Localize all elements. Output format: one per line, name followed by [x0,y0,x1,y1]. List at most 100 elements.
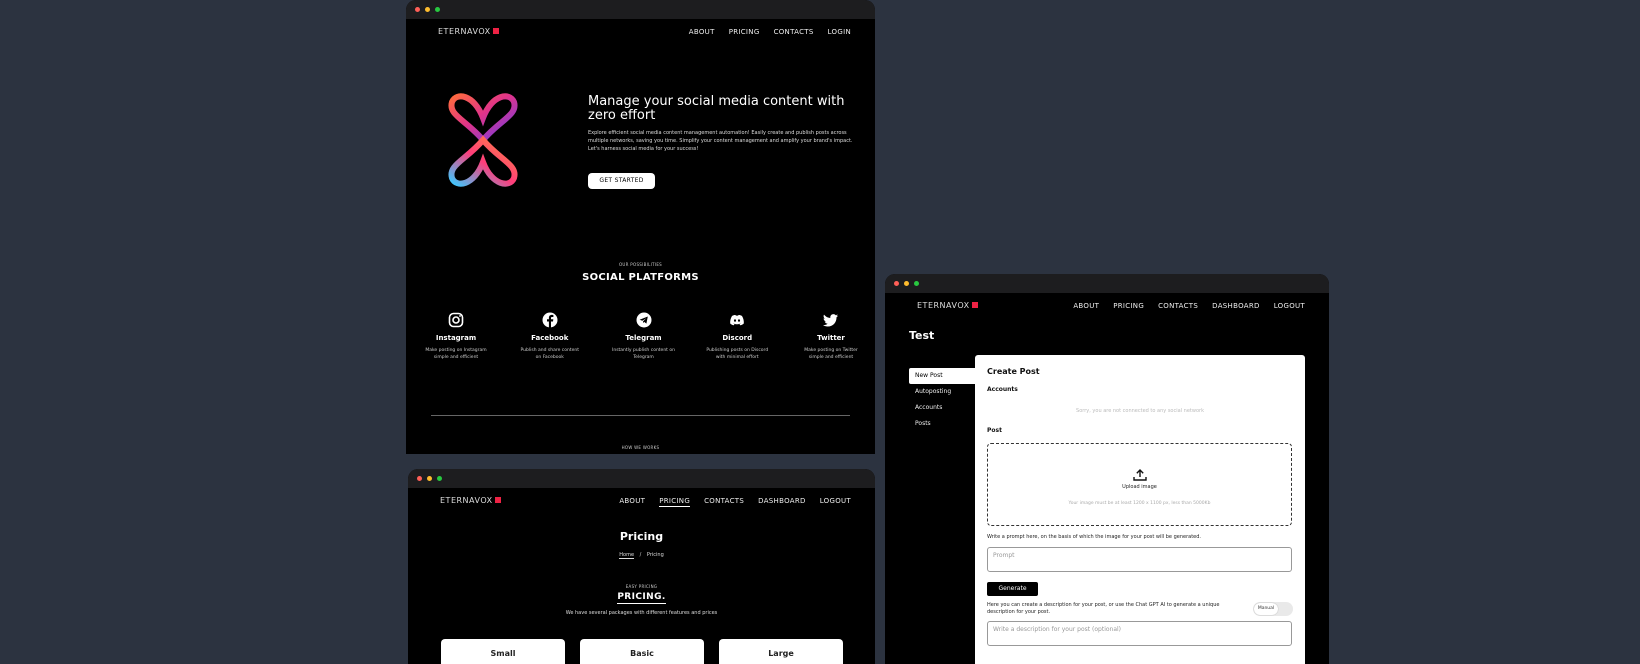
landing-window: ETERNAVOX ABOUT PRICING CONTACTS LOGIN M… [406,0,875,454]
platform-name: Instagram [435,334,477,342]
close-dot[interactable] [415,7,420,12]
window-titlebar [885,274,1329,293]
possibilities-kicker: OUR POSSIBILITIES [618,262,663,267]
manual-ai-toggle[interactable]: Manual [1253,602,1293,616]
platform-card: Telegram Instantly publish content on Te… [612,312,676,361]
hero-title: Manage your social media content with ze… [588,94,845,123]
post-label: Post [987,427,1002,434]
platform-desc: Publish and share content on Facebook [520,348,580,360]
hero-description: Explore efficient social media content m… [588,130,853,152]
nav-login[interactable]: LOGIN [828,28,851,36]
breadcrumb-separator: / [639,552,642,558]
dashboard-sidebar: New Post Autoposting Accounts Posts [909,368,975,432]
platform-card: Instagram Make posting on Instagram simp… [424,312,488,361]
pricing-heading: PRICING. [408,592,875,604]
breadcrumb-current: Pricing [646,552,664,558]
sidebar-item-autoposting[interactable]: Autoposting [909,384,975,400]
logo[interactable]: ETERNAVOX [440,496,501,505]
pricing-description: We have several packages with different … [565,610,718,616]
nav-contacts[interactable]: CONTACTS [774,28,814,36]
section-divider [431,415,850,416]
nav-logout[interactable]: LOGOUT [1274,302,1305,310]
pricing-card-small[interactable]: Small [441,639,565,664]
description-input[interactable]: Write a description for your post (optio… [987,621,1292,646]
logo[interactable]: ETERNAVOX [917,301,978,310]
navbar: ETERNAVOX ABOUT PRICING CONTACTS DASHBOA… [408,488,875,516]
dashboard-window: ETERNAVOX ABOUT PRICING CONTACTS DASHBOA… [885,274,1329,664]
pricing-card-basic[interactable]: Basic [580,639,704,664]
platform-desc: Make posting on Twitter simple and effic… [804,348,858,360]
nav-dashboard[interactable]: DASHBOARD [758,497,806,507]
minimize-dot[interactable] [904,281,909,286]
close-dot[interactable] [417,476,422,481]
pricing-card-large[interactable]: Large [719,639,843,664]
platform-desc: Instantly publish content on Telegram [612,348,675,360]
navbar: ETERNAVOX ABOUT PRICING CONTACTS LOGIN [406,19,875,47]
maximize-dot[interactable] [437,476,442,481]
nav-about[interactable]: ABOUT [1073,302,1099,310]
pricing-heading-text: PRICING. [617,592,666,604]
logo-mark-icon [971,302,978,308]
logo-mark-icon [494,497,501,503]
nav-pricing[interactable]: PRICING [729,28,760,36]
pricing-window: ETERNAVOX ABOUT PRICING CONTACTS DASHBOA… [408,469,875,664]
prompt-input[interactable]: Prompt [987,547,1292,572]
platform-card: Facebook Publish and share content on Fa… [518,312,582,361]
logo[interactable]: ETERNAVOX [438,27,499,36]
sidebar-item-posts[interactable]: Posts [909,416,975,432]
facebook-icon [542,312,558,328]
generate-button[interactable]: Generate [987,582,1038,596]
upload-label: Upload image [1122,484,1157,490]
nav-about[interactable]: ABOUT [619,497,645,507]
image-dropzone[interactable]: Upload image Your image must be at least… [987,443,1292,526]
nav-contacts[interactable]: CONTACTS [1158,302,1198,310]
prompt-instruction: Write a prompt here, on the basis of whi… [987,534,1202,540]
window-titlebar [406,0,875,19]
discord-icon [730,314,745,326]
upload-icon [1132,469,1147,481]
platform-name: Twitter [817,334,845,342]
create-post-panel: Create Post Accounts Sorry, you are not … [975,355,1305,664]
platform-card: Twitter Make posting on Twitter simple a… [799,312,863,361]
logo-text: ETERNAVOX [438,27,491,36]
accounts-label: Accounts [987,386,1018,393]
platform-desc: Publishing posts on Discord with minimal… [706,348,769,360]
minimize-dot[interactable] [427,476,432,481]
instagram-icon [448,312,464,328]
platforms-heading: SOCIAL PLATFORMS [582,272,699,283]
logo-text: ETERNAVOX [917,301,970,310]
nav-about[interactable]: ABOUT [689,28,715,36]
panel-title: Create Post [987,367,1040,376]
platform-desc: Make posting on Instagram simple and eff… [425,348,487,360]
close-dot[interactable] [894,281,899,286]
pricing-cards: Small Basic Large [441,639,843,664]
hero-logo-icon [448,93,518,187]
maximize-dot[interactable] [914,281,919,286]
breadcrumb: Home / Pricing [408,552,875,559]
logo-mark-icon [492,28,499,34]
platform-card: Discord Publishing posts on Discord with… [705,312,769,361]
sidebar-item-accounts[interactable]: Accounts [909,400,975,416]
nav-dashboard[interactable]: DASHBOARD [1212,302,1260,310]
how-we-work-kicker: HOW WE WORKS [621,445,660,450]
platform-name: Telegram [625,334,662,342]
description-instruction: Here you can create a description for yo… [987,602,1220,615]
upload-hint: Your image must be at least 1200 x 1100 … [1068,501,1211,506]
page-title: Pricing [619,530,664,543]
maximize-dot[interactable] [435,7,440,12]
nav-logout[interactable]: LOGOUT [820,497,851,507]
breadcrumb-home[interactable]: Home [619,552,635,559]
nav-pricing[interactable]: PRICING [1113,302,1144,310]
nav-pricing[interactable]: PRICING [659,497,691,507]
nav-contacts[interactable]: CONTACTS [704,497,744,507]
sidebar-item-new-post[interactable]: New Post [909,368,975,384]
logo-text: ETERNAVOX [440,496,493,505]
toggle-knob: Manual [1254,603,1278,615]
get-started-button[interactable]: GET STARTED [588,173,655,189]
platform-name: Facebook [531,334,569,342]
twitter-icon [823,314,838,327]
page-title: Test [909,329,935,342]
platform-name: Discord [722,334,753,342]
minimize-dot[interactable] [425,7,430,12]
pricing-kicker: EASY PRICING [625,584,658,589]
